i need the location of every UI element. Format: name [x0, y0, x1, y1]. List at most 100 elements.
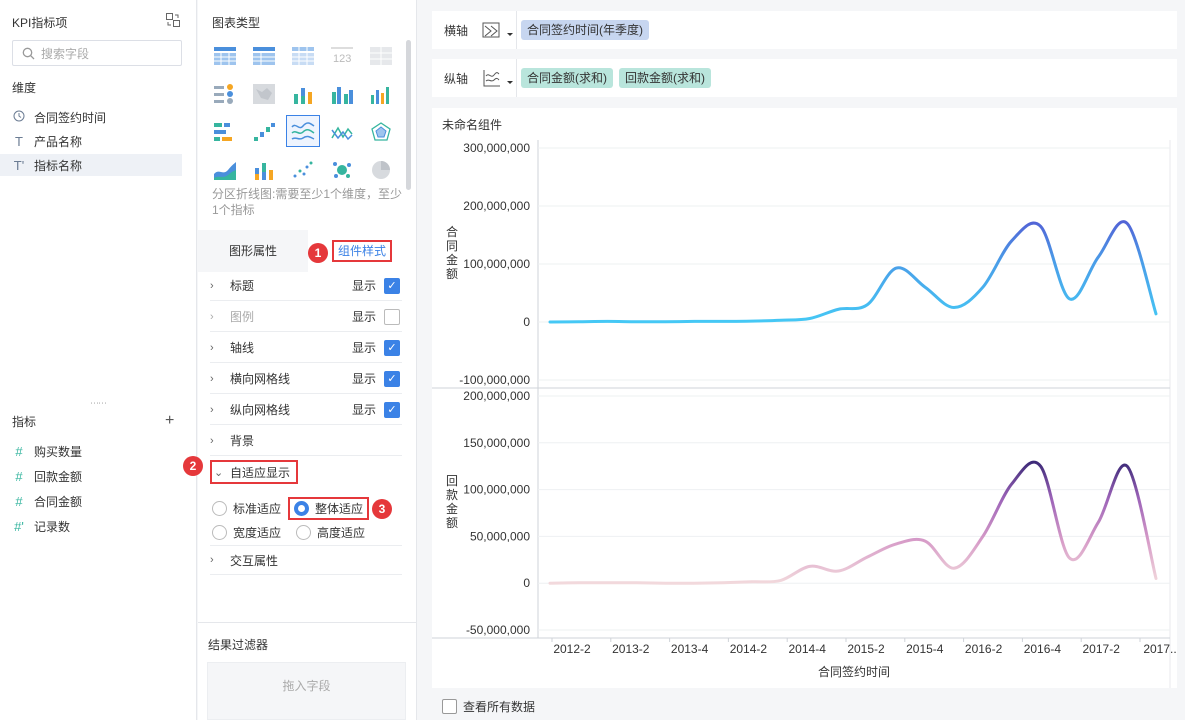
- dimension-section-title: 维度: [12, 81, 37, 95]
- callout-badge-2: 2: [183, 456, 203, 476]
- show-axis-line-checkbox[interactable]: ✓: [384, 339, 400, 356]
- map-chart-icon[interactable]: [247, 78, 281, 110]
- metric-item-contract-amount[interactable]: # 合同金额: [0, 490, 182, 512]
- show-title-checkbox[interactable]: ✓: [384, 277, 400, 294]
- chart-type-scrollbar[interactable]: [406, 40, 411, 190]
- x-tick-label: 2017-2: [1083, 642, 1121, 656]
- y-axis-field-pill-contract[interactable]: 合同金额(求和): [521, 68, 613, 88]
- y-axis-type-dropdown[interactable]: [480, 66, 516, 90]
- result-filter-title: 结果过滤器: [208, 638, 269, 652]
- chevron-right-icon: ›: [210, 279, 214, 292]
- show-label: 显示: [351, 310, 376, 324]
- style-row-title[interactable]: › 标题 显示 ✓: [210, 271, 402, 301]
- group-table-icon[interactable]: [247, 40, 281, 72]
- dot-matrix-icon[interactable]: [208, 78, 242, 110]
- partitioned-line-icon[interactable]: [286, 115, 320, 147]
- app-window: KPI指标项 搜索字段 维度 合同签约时间 T 产品名称 T' 指标名称 ⋯⋯ …: [0, 0, 1185, 720]
- style-row-vertical-grid[interactable]: › 纵向网格线 显示 ✓: [210, 395, 402, 425]
- dimension-item-metric-name[interactable]: T' 指标名称: [0, 154, 182, 176]
- y-axis-label: 纵轴: [444, 71, 469, 86]
- row-label: 背景: [230, 434, 255, 448]
- text-type-icon: T: [15, 133, 23, 149]
- scatter-chart-icon[interactable]: [286, 154, 320, 186]
- chevron-right-icon: ›: [210, 341, 214, 354]
- grouped-column-icon[interactable]: [325, 78, 359, 110]
- chevron-right-icon: ›: [210, 372, 214, 385]
- y-tick-label: -50,000,000: [466, 623, 530, 637]
- row-label: 纵向网格线: [230, 403, 291, 417]
- show-horizontal-grid-checkbox[interactable]: ✓: [384, 370, 400, 387]
- y-axis-title: 合同金额: [446, 224, 458, 281]
- x-tick-label: 2014-2: [730, 642, 768, 656]
- y-axis-field-pill-payment[interactable]: 回款金额(求和): [619, 68, 711, 88]
- text-type-icon: T': [13, 157, 25, 173]
- chart-type-hint: 分区折线图:需要至少1个维度，至少1个指标: [212, 187, 403, 217]
- y-tick-label: 100,000,000: [463, 257, 530, 271]
- show-legend-checkbox[interactable]: [384, 308, 400, 325]
- row-label: 轴线: [230, 341, 255, 355]
- y-tick-label: 50,000,000: [470, 529, 530, 543]
- radio-standard-fit[interactable]: 标准适应: [212, 500, 281, 517]
- view-all-data-row[interactable]: 查看所有数据: [432, 692, 1177, 720]
- series-line: [548, 220, 1158, 324]
- y-tick-label: 150,000,000: [463, 436, 530, 450]
- style-row-horizontal-grid[interactable]: › 横向网格线 显示 ✓: [210, 364, 402, 394]
- column-chart-icon[interactable]: [364, 78, 398, 110]
- view-all-data-checkbox[interactable]: [442, 698, 457, 714]
- radio-circle: [212, 525, 227, 540]
- stacked-bar-icon[interactable]: [247, 154, 281, 186]
- radio-label: 整体适应: [315, 502, 364, 516]
- waterfall-icon[interactable]: [247, 116, 281, 148]
- radio-label: 高度适应: [317, 526, 366, 540]
- search-placeholder: 搜索字段: [41, 46, 90, 61]
- area-chart-icon[interactable]: [208, 154, 242, 186]
- panel-splitter-handle[interactable]: ⋯⋯: [90, 399, 107, 408]
- style-row-axis-line[interactable]: › 轴线 显示 ✓: [210, 333, 402, 363]
- radar-chart-icon[interactable]: [364, 116, 398, 148]
- show-label: 显示: [351, 372, 376, 386]
- pie-chart-icon[interactable]: [364, 154, 398, 186]
- row-label: 图例: [230, 310, 255, 324]
- style-row-interaction[interactable]: › 交互属性: [210, 545, 402, 575]
- callout-badge-1: 1: [308, 243, 328, 263]
- bar-chart-icon[interactable]: [208, 116, 242, 148]
- metric-item-payment-amount[interactable]: # 回款金额: [0, 465, 182, 487]
- radio-overall-fit[interactable]: 整体适应: [288, 497, 370, 520]
- dataset-title: KPI指标项: [12, 16, 68, 30]
- x-tick-label: 2013-4: [671, 642, 709, 656]
- stacked-column-icon[interactable]: [286, 78, 320, 110]
- style-row-legend[interactable]: › 图例 显示: [210, 302, 402, 332]
- table-chart-icon[interactable]: [208, 40, 242, 72]
- x-axis-field-pill[interactable]: 合同签约时间(年季度): [521, 20, 649, 40]
- radio-label: 标准适应: [233, 502, 282, 516]
- line-chart-icon[interactable]: [325, 116, 359, 148]
- switch-dataset-icon[interactable]: [165, 12, 181, 28]
- field-search-input[interactable]: 搜索字段: [12, 40, 182, 66]
- detail-table-icon[interactable]: [364, 40, 398, 72]
- metric-item-purchase-qty[interactable]: # 购买数量: [0, 440, 182, 462]
- tab-component-style-label: 组件样式: [331, 240, 392, 262]
- metric-item-record-count[interactable]: #' 记录数: [0, 515, 182, 537]
- add-metric-icon[interactable]: +: [165, 412, 174, 430]
- radio-height-fit[interactable]: 高度适应: [296, 524, 365, 541]
- bubble-chart-icon[interactable]: [325, 154, 359, 186]
- show-vertical-grid-checkbox[interactable]: ✓: [384, 401, 400, 418]
- metric-label: 记录数: [34, 519, 71, 534]
- tab-graphic-properties[interactable]: 图形属性: [198, 230, 308, 272]
- cross-table-icon[interactable]: [286, 40, 320, 72]
- metric-section-title: 指标: [12, 415, 37, 429]
- row-label: 标题: [230, 279, 255, 293]
- style-row-background[interactable]: › 背景: [210, 426, 402, 456]
- partitioned-line-chart: 300,000,000 200,000,000 100,000,000 0 -100,0…: [432, 140, 1177, 688]
- dimension-item-product-name[interactable]: T 产品名称: [0, 130, 182, 152]
- series-line: [548, 460, 1158, 585]
- chevron-right-icon: ›: [210, 434, 214, 447]
- x-axis-type-dropdown[interactable]: [480, 18, 516, 42]
- filter-drop-zone[interactable]: 拖入字段: [207, 662, 406, 720]
- metric-label: 回款金额: [34, 469, 83, 484]
- adaptive-display-highlight: ⌄ 自适应显示: [210, 460, 299, 484]
- style-row-adaptive-display[interactable]: ⌄ 自适应显示: [210, 457, 402, 487]
- radio-width-fit[interactable]: 宽度适应: [212, 524, 281, 541]
- kpi-number-icon[interactable]: 123: [325, 40, 359, 72]
- dimension-item-contract-time[interactable]: 合同签约时间: [0, 106, 182, 128]
